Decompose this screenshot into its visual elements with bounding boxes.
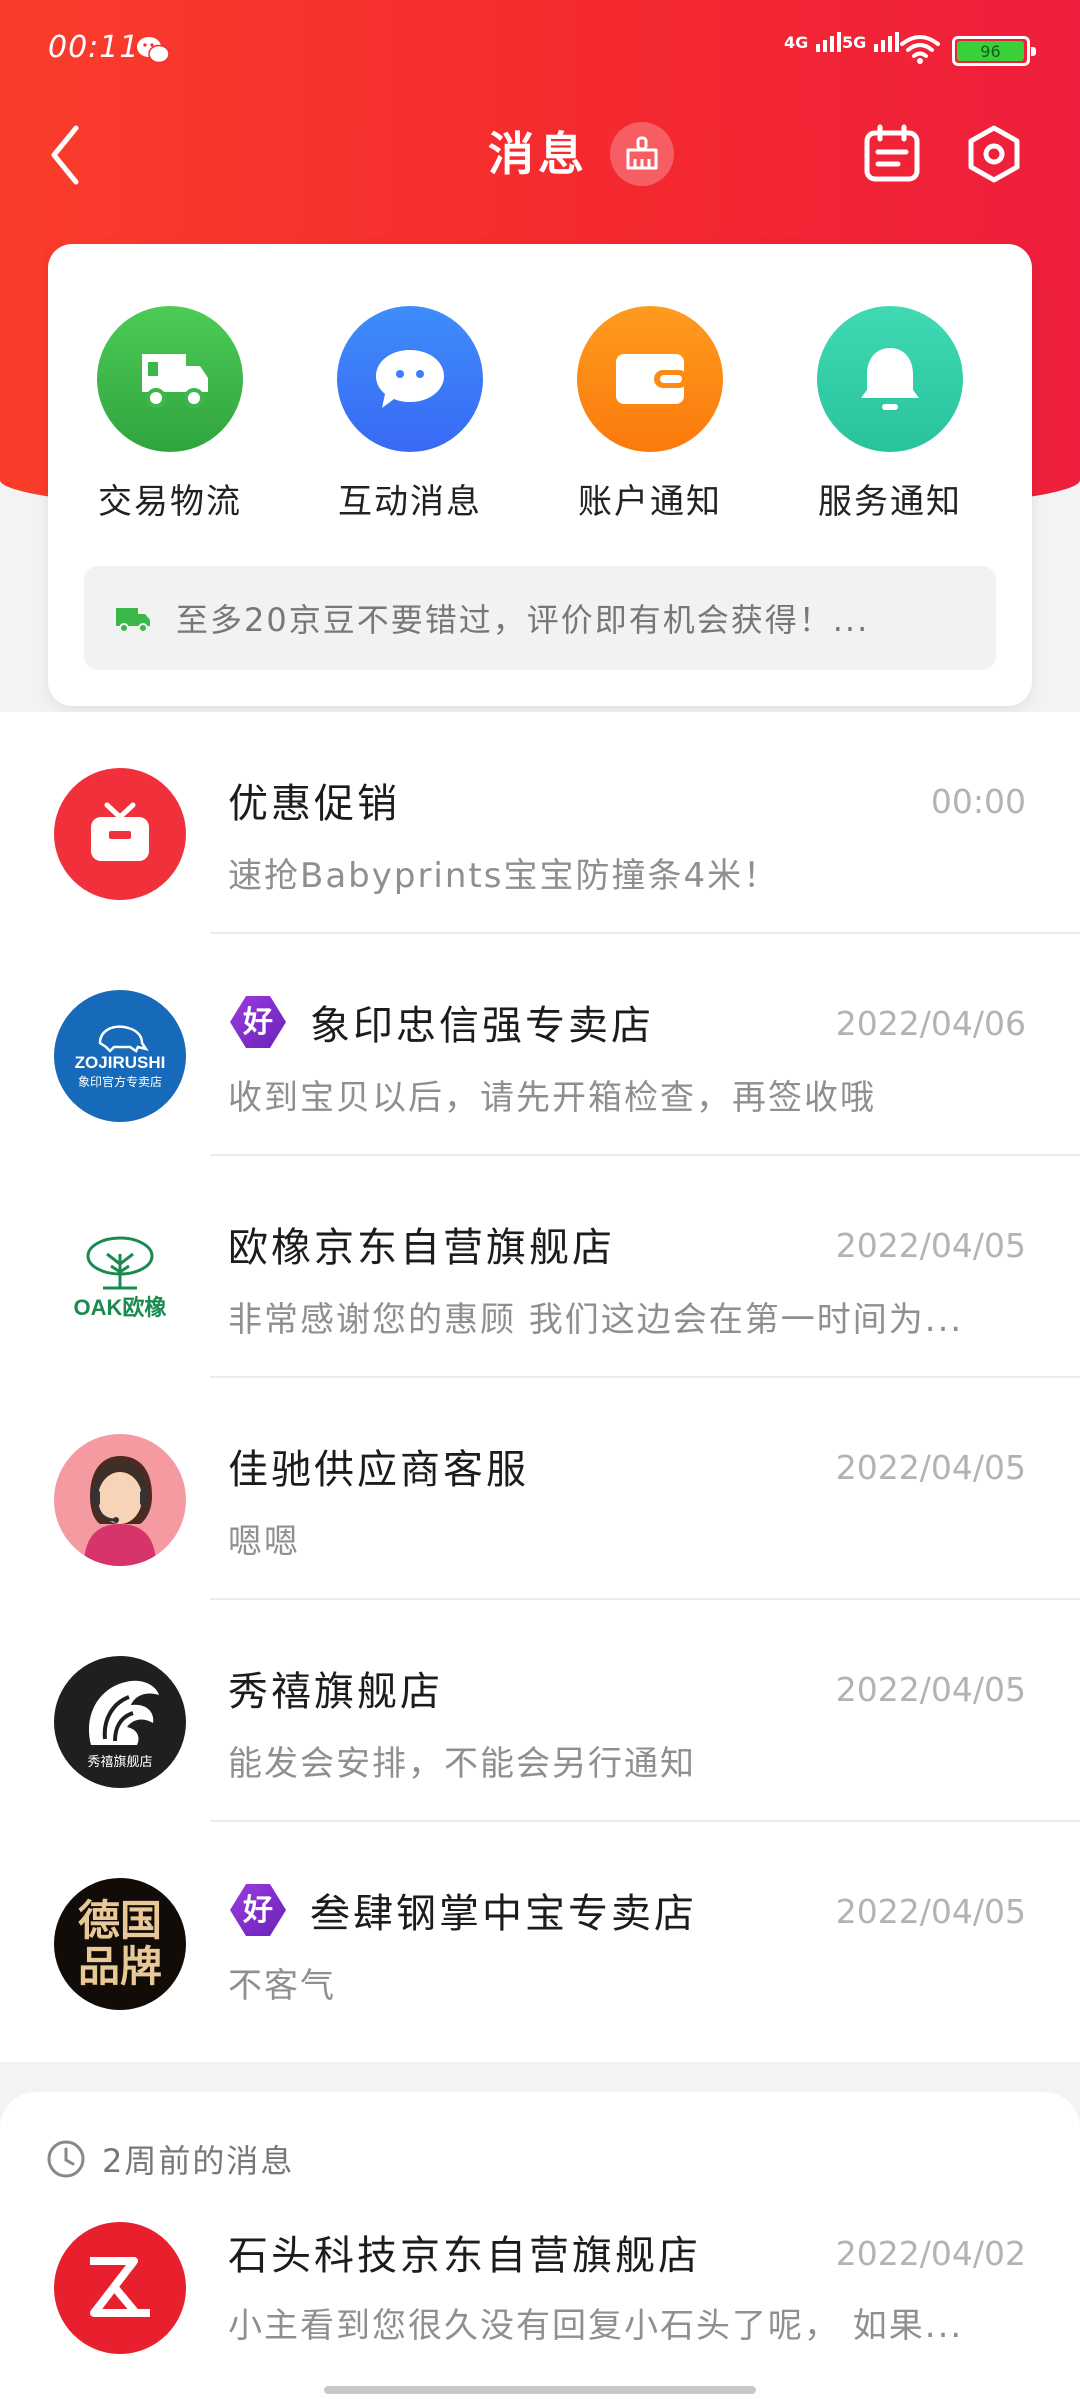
category-label: 服务通知 bbox=[818, 482, 962, 522]
conversation-name: 欧橡京东自营旗舰店 bbox=[228, 1225, 615, 1271]
avatar-brand-text: 德国品牌 bbox=[77, 1896, 162, 1991]
top-nav: 消息 bbox=[0, 110, 1080, 200]
notice-text: 至多20京豆不要错过，评价即有机会获得！... bbox=[176, 601, 870, 639]
older-messages-header: 2周前的消息 bbox=[46, 2136, 294, 2182]
category-trade-logistics[interactable]: 交易物流 bbox=[80, 306, 260, 523]
good-store-badge-icon: 好 bbox=[230, 996, 286, 1048]
message-preview: 小主看到您很久没有回复小石头了呢， 如果... bbox=[228, 2306, 964, 2346]
signal-4g-icon: 4G bbox=[784, 30, 841, 52]
oak-tree-icon bbox=[86, 1236, 154, 1290]
message-preview: 收到宝贝以后，请先开箱检查，再签收哦 bbox=[228, 1078, 876, 1118]
list-item[interactable]: 秀禧旗舰店 秀禧旗舰店 2022/04/05 能发会安排，不能会另行通知 bbox=[0, 1600, 1080, 1822]
avatar-brand-text: 秀禧旗舰店 bbox=[87, 1754, 153, 1770]
calendar-button[interactable] bbox=[862, 124, 922, 184]
review-notice-banner[interactable]: 至多20京豆不要错过，评价即有机会获得！... bbox=[84, 566, 996, 670]
avatar: 德国品牌 bbox=[54, 1878, 186, 2010]
message-time: 2022/04/06 bbox=[835, 1004, 1026, 1043]
list-item[interactable]: 石头科技京东自营旗舰店 2022/04/02 小主看到您很久没有回复小石头了呢，… bbox=[0, 2192, 1080, 2400]
list-item[interactable]: OAK欧橡 欧橡京东自营旗舰店 2022/04/05 非常感谢您的惠顾 我们这边… bbox=[0, 1156, 1080, 1378]
good-store-badge-text: 好 bbox=[242, 1005, 273, 1040]
lion-icon bbox=[88, 1680, 159, 1745]
category-interactive-messages[interactable]: 互动消息 bbox=[320, 306, 500, 523]
avatar bbox=[54, 2222, 186, 2354]
gift-icon bbox=[91, 802, 149, 861]
category-label: 互动消息 bbox=[338, 482, 482, 522]
list-item[interactable]: 优惠促销 00:00 速抢Babyprints宝宝防撞条4米！ bbox=[0, 712, 1080, 934]
category-icon-circle bbox=[577, 306, 723, 452]
category-account-notice[interactable]: 账户通知 bbox=[560, 306, 740, 523]
good-store-badge-icon: 好 bbox=[230, 1884, 286, 1936]
list-item[interactable]: ZOJIRUSHI 象印官方专卖店 好 象印忠信强专卖店 2022/04/06 … bbox=[0, 934, 1080, 1156]
message-preview: 速抢Babyprints宝宝防撞条4米！ bbox=[228, 856, 780, 896]
truck-small-icon bbox=[116, 608, 150, 633]
older-messages-label: 2周前的消息 bbox=[102, 2142, 295, 2180]
message-time: 2022/04/05 bbox=[835, 1892, 1026, 1931]
conversation-name: 优惠促销 bbox=[228, 781, 400, 827]
bell-icon bbox=[861, 348, 919, 410]
customer-service-icon bbox=[84, 1456, 156, 1566]
conversation-name: 秀禧旗舰店 bbox=[228, 1669, 443, 1715]
message-time: 2022/04/05 bbox=[835, 1448, 1026, 1487]
avatar bbox=[54, 768, 186, 900]
broom-icon bbox=[626, 136, 658, 170]
conversation-name: 叁肆钢掌中宝专卖店 bbox=[310, 1891, 697, 1937]
avatar-brand-text: ZOJIRUSHI bbox=[74, 1052, 166, 1072]
avatar-brand-subtext: 象印官方专卖店 bbox=[77, 1074, 162, 1089]
category-icon-circle bbox=[337, 306, 483, 452]
conversation-name: 佳驰供应商客服 bbox=[228, 1447, 529, 1493]
category-icon-circle bbox=[817, 306, 963, 452]
message-preview: 不客气 bbox=[228, 1966, 336, 2006]
message-list: 优惠促销 00:00 速抢Babyprints宝宝防撞条4米！ ZOJIRUSH… bbox=[0, 712, 1080, 2062]
battery-icon: 96 bbox=[952, 36, 1036, 66]
list-item[interactable]: 佳驰供应商客服 2022/04/05 嗯嗯 bbox=[0, 1378, 1080, 1600]
clean-unread-button[interactable] bbox=[610, 122, 674, 186]
status-bar: 00:11 4G 5G 96 bbox=[0, 0, 1080, 100]
roborock-logo-icon bbox=[90, 2257, 150, 2317]
truck-icon bbox=[142, 354, 208, 408]
category-service-notice[interactable]: 服务通知 bbox=[800, 306, 980, 523]
message-time: 2022/04/05 bbox=[835, 1226, 1026, 1265]
battery-level: 96 bbox=[980, 41, 1001, 61]
page-title: 消息 bbox=[488, 127, 588, 181]
message-time: 2022/04/02 bbox=[835, 2234, 1026, 2273]
message-time: 00:00 bbox=[930, 782, 1026, 821]
back-button[interactable] bbox=[46, 122, 86, 188]
home-indicator[interactable] bbox=[324, 2386, 756, 2394]
network-4g-label: 4G bbox=[784, 33, 809, 52]
elephant-icon bbox=[98, 1024, 149, 1053]
settings-button[interactable] bbox=[964, 124, 1024, 184]
good-store-badge-text: 好 bbox=[242, 1893, 273, 1928]
message-preview: 嗯嗯 bbox=[228, 1522, 300, 1562]
category-icon-circle bbox=[97, 306, 243, 452]
message-preview: 非常感谢您的惠顾 我们这边会在第一时间为... bbox=[228, 1300, 964, 1340]
avatar: 秀禧旗舰店 bbox=[54, 1656, 186, 1788]
network-5g-label: 5G bbox=[842, 33, 867, 52]
category-label: 账户通知 bbox=[578, 482, 722, 522]
category-card: 交易物流 互动消息 账户通知 服务通知 至多20京豆不要错过，评价即有机会获得！… bbox=[48, 244, 1032, 706]
older-messages-section: 2周前的消息 石头科技京东自营旗舰店 2022/04/02 小主看到您很久没有回… bbox=[0, 2092, 1080, 2400]
category-label: 交易物流 bbox=[98, 482, 242, 522]
wallet-icon bbox=[616, 354, 688, 404]
avatar-brand-text: OAK欧橡 bbox=[73, 1295, 167, 1320]
conversation-name: 象印忠信强专卖店 bbox=[310, 1003, 654, 1049]
clock-icon bbox=[47, 2140, 85, 2178]
message-preview: 能发会安排，不能会另行通知 bbox=[228, 1744, 696, 1784]
avatar: ZOJIRUSHI 象印官方专卖店 bbox=[54, 990, 186, 1122]
signal-5g-icon: 5G bbox=[842, 30, 899, 52]
message-time: 2022/04/05 bbox=[835, 1670, 1026, 1709]
avatar bbox=[54, 1434, 186, 1566]
list-item[interactable]: 德国品牌 好 叁肆钢掌中宝专卖店 2022/04/05 不客气 bbox=[0, 1822, 1080, 2044]
wifi-icon bbox=[900, 35, 940, 64]
wechat-icon bbox=[137, 37, 170, 64]
conversation-name: 石头科技京东自营旗舰店 bbox=[228, 2233, 701, 2279]
status-time: 00:11 bbox=[48, 30, 140, 65]
avatar: OAK欧橡 bbox=[54, 1212, 186, 1344]
chat-bubble-icon bbox=[376, 350, 444, 408]
